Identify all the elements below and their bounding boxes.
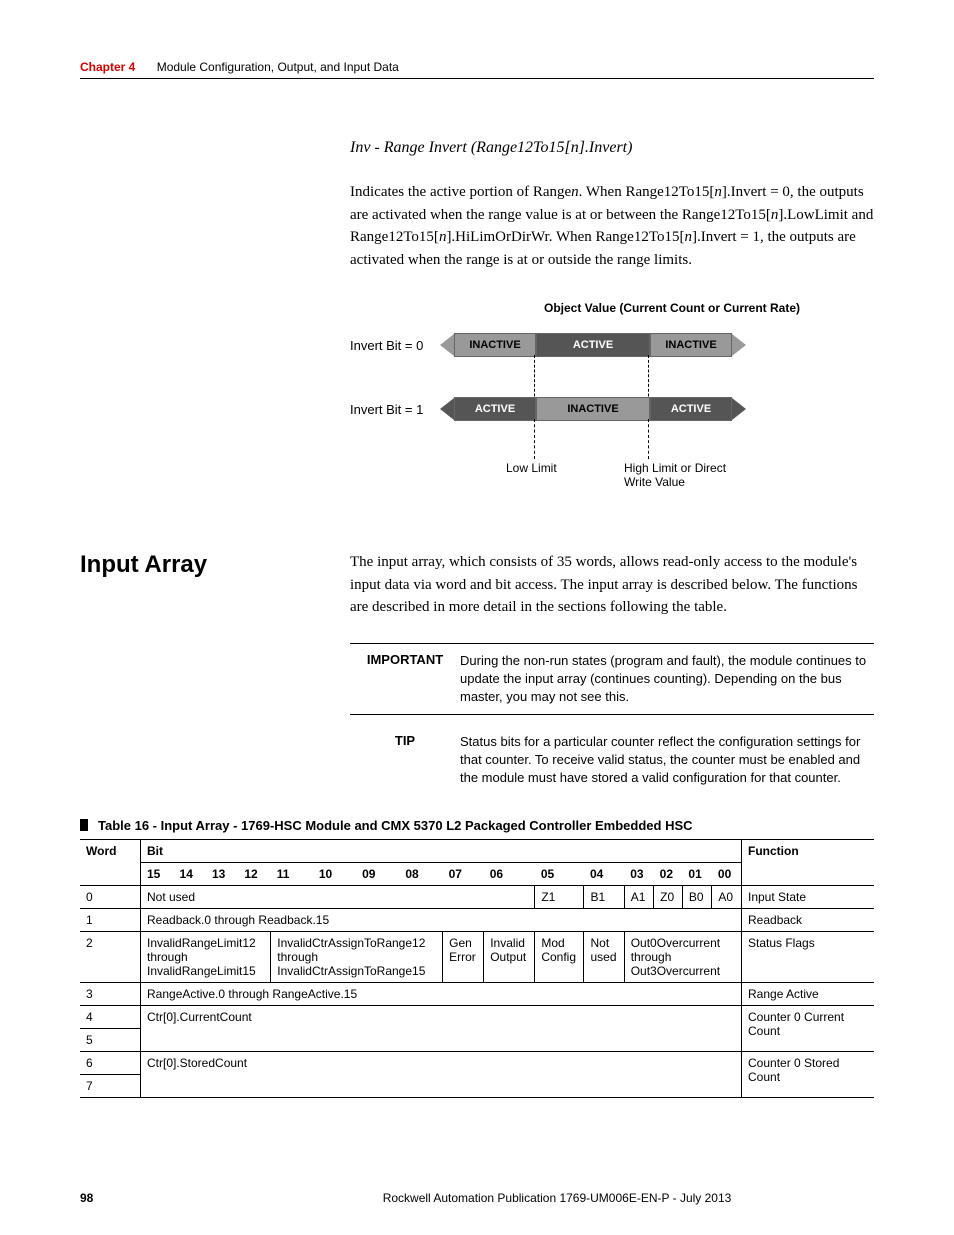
input-array-section: Input Array The input array, which consi… xyxy=(80,551,874,619)
diagram-row-1: Invert Bit = 1 ACTIVE INACTIVE ACTIVE xyxy=(350,397,874,421)
table-row: 4 Ctr[0].CurrentCount Counter 0 Current … xyxy=(80,1005,874,1028)
body-paragraph: Indicates the active portion of Rangen. … xyxy=(350,181,874,271)
page: Chapter 4 Module Configuration, Output, … xyxy=(0,0,954,1235)
diagram-row-0: Invert Bit = 0 INACTIVE ACTIVE INACTIVE xyxy=(350,333,874,357)
table-title: Table 16 - Input Array - 1769-HSC Module… xyxy=(98,818,693,833)
important-callout: IMPORTANT During the non-run states (pro… xyxy=(350,643,874,716)
section-text: The input array, which consists of 35 wo… xyxy=(350,551,874,619)
diagram-row1-label: Invert Bit = 1 xyxy=(350,402,440,417)
page-header: Chapter 4 Module Configuration, Output, … xyxy=(80,60,874,79)
seg-inactive: INACTIVE xyxy=(650,333,732,357)
tip-text: Status bits for a particular counter ref… xyxy=(460,733,874,788)
invert-diagram: Object Value (Current Count or Current R… xyxy=(350,301,874,501)
sub-heading: Inv - Range Invert (Range12To15[n].Inver… xyxy=(350,139,874,157)
page-number: 98 xyxy=(80,1191,240,1205)
col-function: Function xyxy=(742,839,875,885)
tip-label: TIP xyxy=(350,733,460,788)
chapter-title: Module Configuration, Output, and Input … xyxy=(157,60,399,74)
diagram-title: Object Value (Current Count or Current R… xyxy=(350,301,874,315)
high-limit-label: High Limit or Direct Write Value xyxy=(624,461,744,489)
seg-active: ACTIVE xyxy=(454,397,536,421)
table-row: 3 RangeActive.0 through RangeActive.15 R… xyxy=(80,982,874,1005)
col-word: Word xyxy=(80,839,141,885)
table-row: 0 Not used Z1 B1 A1 Z0 B0 A0 Input State xyxy=(80,885,874,908)
table-title-row: Table 16 - Input Array - 1769-HSC Module… xyxy=(80,818,874,833)
table-row: 1 Readback.0 through Readback.15 Readbac… xyxy=(80,908,874,931)
table-row: 6 Ctr[0].StoredCount Counter 0 Stored Co… xyxy=(80,1051,874,1074)
col-bit: Bit xyxy=(141,839,742,862)
diagram-row0-label: Invert Bit = 0 xyxy=(350,338,440,353)
important-text: During the non-run states (program and f… xyxy=(460,652,874,707)
page-footer: 98 Rockwell Automation Publication 1769-… xyxy=(80,1191,874,1205)
table-marker-icon xyxy=(80,819,88,831)
seg-inactive: INACTIVE xyxy=(536,397,650,421)
tip-row: TIP Status bits for a particular counter… xyxy=(350,733,874,788)
input-array-table: Word Bit Function 15 14 13 12 11 10 09 0… xyxy=(80,839,874,1098)
section-heading: Input Array xyxy=(80,551,350,619)
seg-active: ACTIVE xyxy=(536,333,650,357)
chapter-label: Chapter 4 xyxy=(80,60,135,74)
low-limit-label: Low Limit xyxy=(506,461,557,475)
important-label: IMPORTANT xyxy=(350,652,460,707)
table-row: 2 InvalidRangeLimit12 through InvalidRan… xyxy=(80,931,874,982)
seg-inactive: INACTIVE xyxy=(454,333,536,357)
seg-active: ACTIVE xyxy=(650,397,732,421)
footer-text: Rockwell Automation Publication 1769-UM0… xyxy=(240,1191,874,1205)
